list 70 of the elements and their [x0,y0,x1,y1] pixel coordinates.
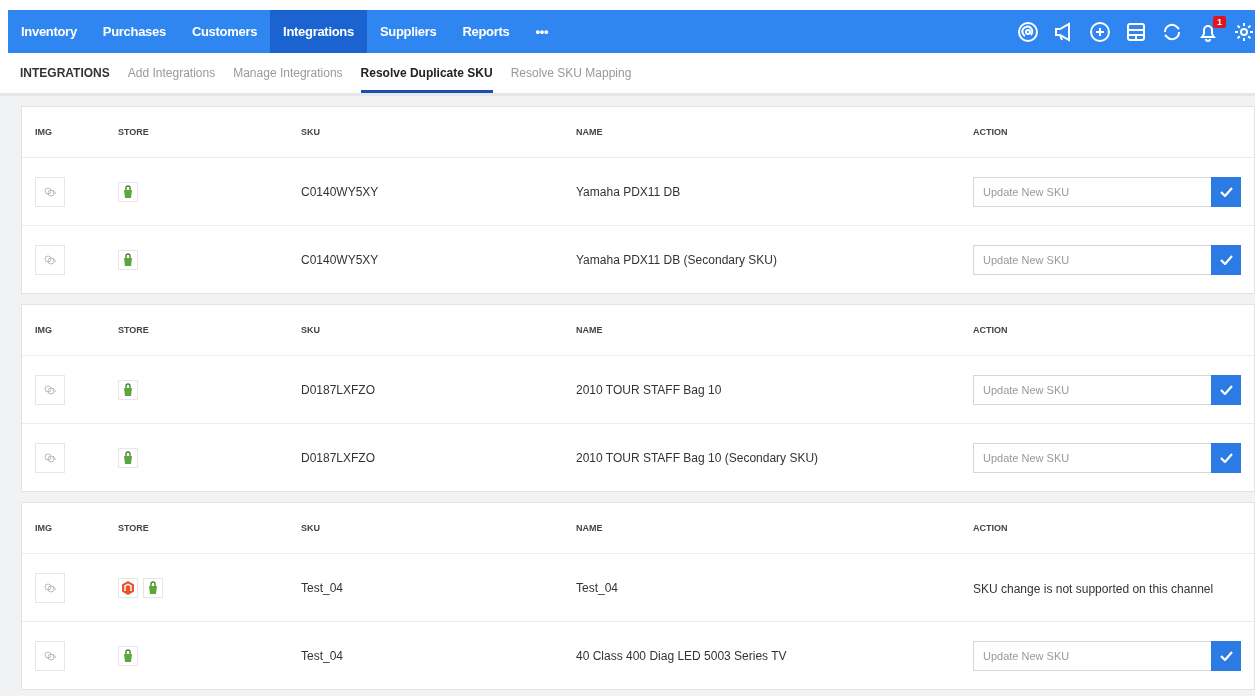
nav-tab[interactable]: Integrations [270,10,367,53]
sub-tab[interactable]: Resolve SKU Mapping [510,66,632,93]
checkmark-icon [1219,254,1233,265]
column-header: STORE [118,325,150,335]
sku-text: D0187LXFZO [301,450,377,465]
column-header: SKU [301,127,321,137]
image-placeholder-icon [43,451,57,464]
dashboard-icon[interactable] [1125,20,1147,43]
column-header: STORE [118,127,150,137]
new-sku-field[interactable]: Update New SKU [973,442,1211,473]
column-header: IMG [35,127,53,137]
sub-tab[interactable]: Add Integrations [127,66,216,93]
confirm-button[interactable] [1211,176,1241,207]
nav-tab[interactable]: Inventory [8,10,90,53]
confirm-button[interactable] [1211,374,1241,405]
column-header: SKU [301,325,321,335]
product-name: 2010 TOUR STAFF Bag 10 (Secondary SKU) [576,450,820,465]
column-header: IMG [35,523,53,533]
checkmark-icon [1219,452,1233,463]
column-header: ACTION [973,127,1009,137]
column-header: NAME [576,523,604,533]
image-placeholder-icon [43,185,57,198]
column-header: IMG [35,325,53,335]
hexagon-logo-icon [118,577,138,598]
new-sku-field[interactable]: Update New SKU [973,176,1211,207]
spiral-icon[interactable] [1017,20,1039,43]
column-header: ACTION [973,523,1009,533]
sku-text: Test_04 [301,580,345,595]
product-name: Yamaha PDX11 DB (Secondary SKU) [576,252,778,267]
sku-text: C0140WY5XY [301,184,380,199]
product-name: 40 Class 400 Diag LED 5003 Series TV [576,648,788,663]
sku-text: C0140WY5XY [301,252,380,267]
nav-tab[interactable]: Purchases [89,10,179,53]
sku-text: Test_04 [301,648,345,663]
column-header: SKU [301,523,321,533]
nav-tab[interactable]: Reports [449,10,523,53]
shopping-bag-icon [143,577,163,598]
product-name: 2010 TOUR STAFF Bag 10 [576,382,723,397]
confirm-button[interactable] [1211,640,1241,671]
sku-text: D0187LXFZO [301,382,377,397]
column-header: STORE [118,523,150,533]
image-placeholder-icon [43,253,57,266]
more-menu[interactable]: ••• [522,10,562,53]
nav-tab[interactable]: Suppliers [366,10,450,53]
product-name: Yamaha PDX11 DB [576,184,682,199]
settings-icon[interactable] [1233,20,1255,43]
shopping-bag-icon [118,379,138,400]
new-sku-field[interactable]: Update New SKU [973,640,1211,671]
add-icon[interactable] [1089,20,1111,43]
shopping-bag-icon [118,645,138,666]
unsupported-message: SKU change is not supported on this channel [973,581,1214,596]
shopping-bag-icon [118,447,138,468]
section-title: INTEGRATIONS [20,66,110,82]
product-name: Test_04 [576,580,620,595]
shopping-bag-icon [118,181,138,202]
column-header: NAME [576,325,604,335]
column-header: ACTION [973,325,1009,335]
notification-badge: 1 [1213,15,1226,28]
shopping-bag-icon [118,249,138,270]
confirm-button[interactable] [1211,244,1241,275]
nav-tab[interactable]: Customers [178,10,271,53]
checkmark-icon [1219,186,1233,197]
sub-tab[interactable]: Resolve Duplicate SKU [360,66,493,93]
new-sku-field[interactable]: Update New SKU [973,374,1211,405]
checkmark-icon [1219,384,1233,395]
new-sku-field[interactable]: Update New SKU [973,244,1211,275]
confirm-button[interactable] [1211,442,1241,473]
sub-tab[interactable]: Manage Integrations [233,66,343,93]
image-placeholder-icon [43,383,57,396]
column-header: NAME [576,127,604,137]
